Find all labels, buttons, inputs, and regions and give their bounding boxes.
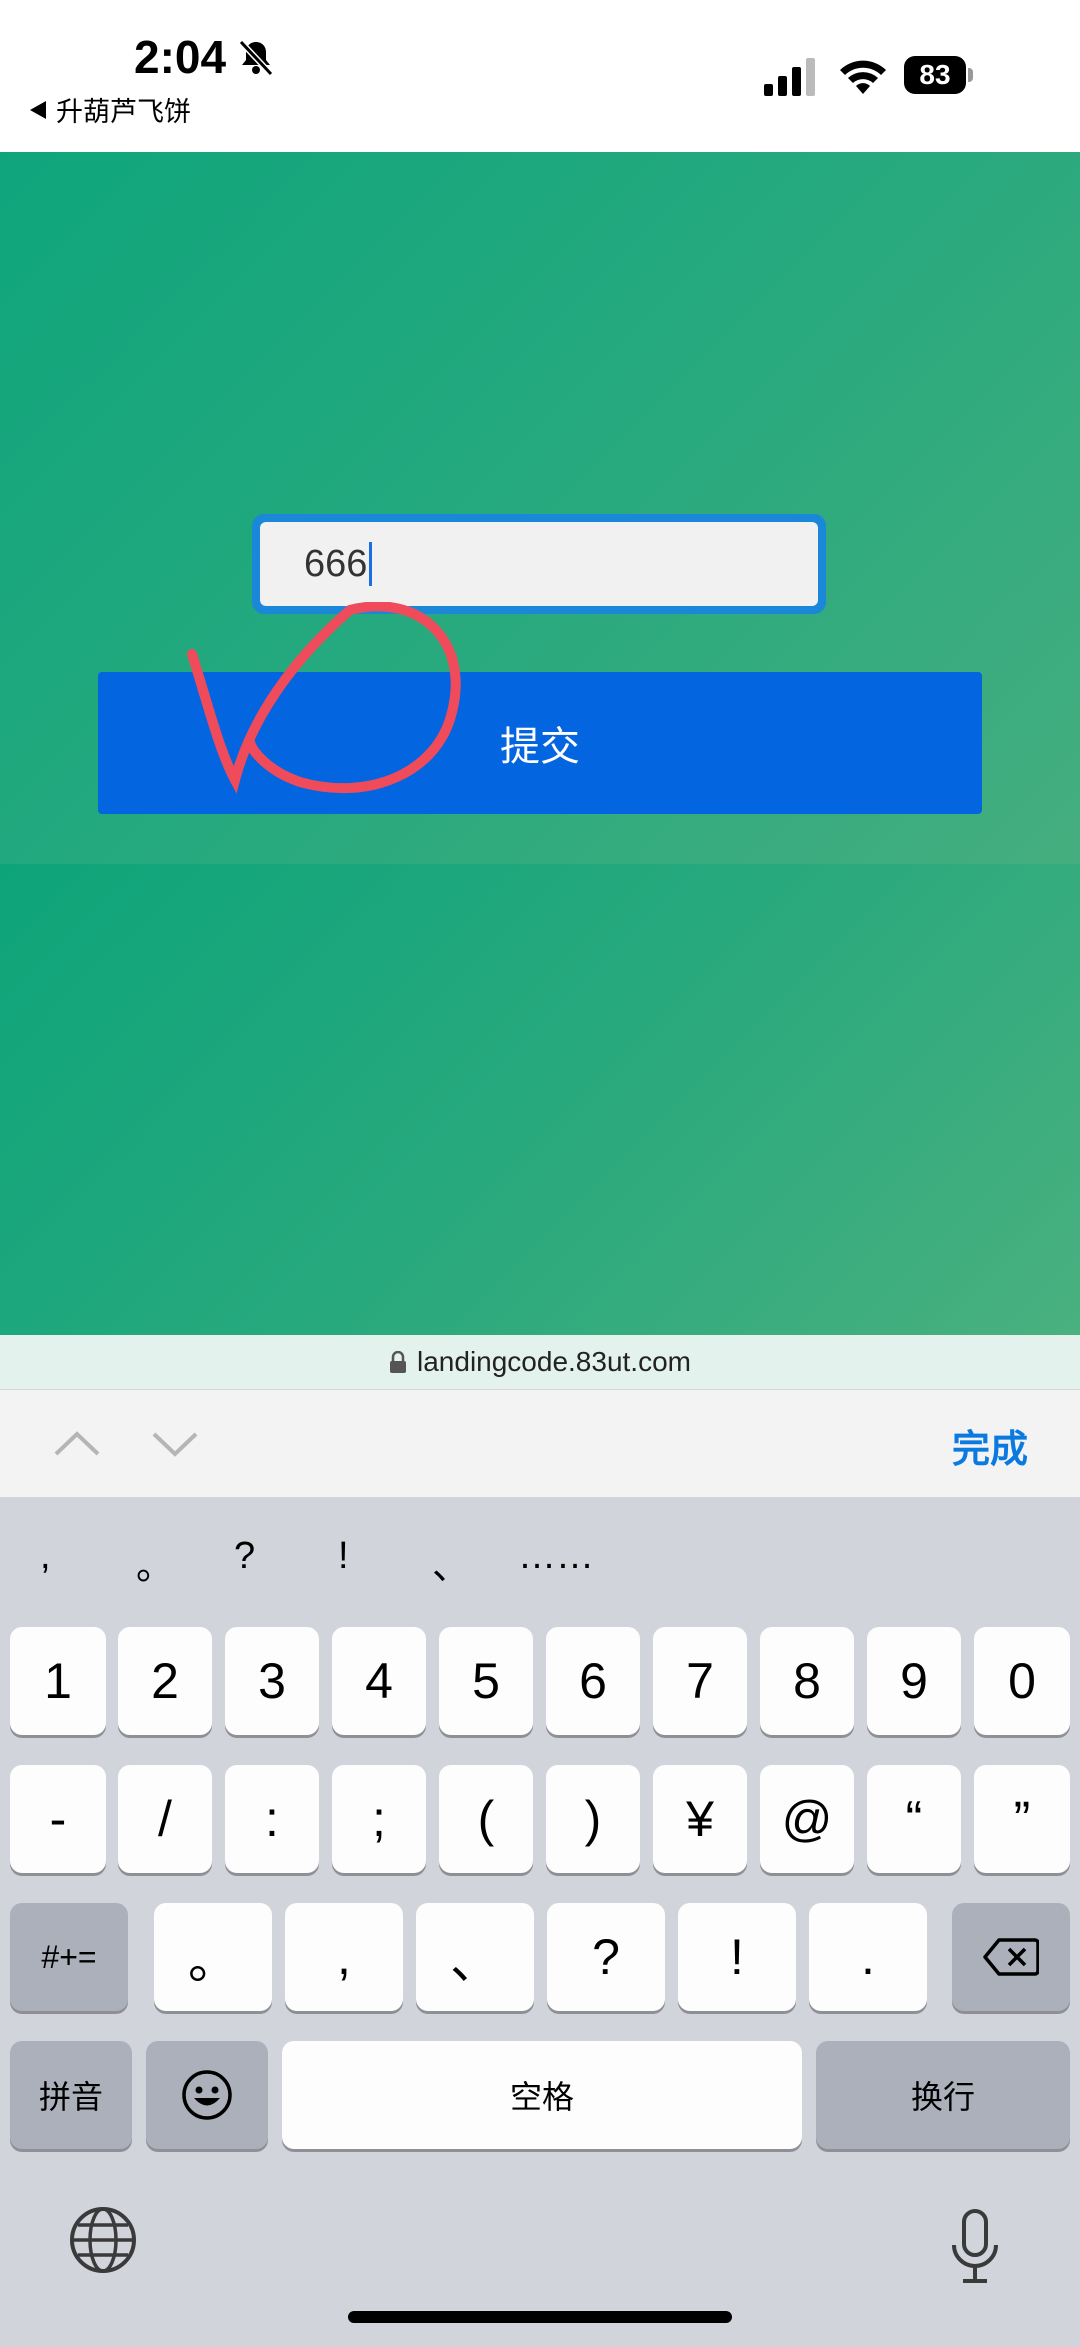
key-cn-question[interactable]: ? xyxy=(547,1903,665,2011)
text-caret xyxy=(369,542,373,586)
keyboard-accessory-bar: 完成 xyxy=(0,1389,1080,1498)
key-0[interactable]: 0 xyxy=(974,1627,1070,1735)
key-3[interactable]: 3 xyxy=(225,1627,319,1735)
battery-indicator: 83 xyxy=(904,56,974,94)
key-more-symbols[interactable]: #+= xyxy=(10,1903,128,2011)
key-right-paren[interactable]: ) xyxy=(546,1765,640,1873)
page-lower-area xyxy=(0,864,1080,1335)
code-input-value: 666 xyxy=(304,542,368,585)
status-bar: 2:04 升葫芦飞饼 83 xyxy=(0,0,1080,152)
candidate-ellipsis[interactable]: …… xyxy=(518,1535,594,1578)
key-left-quote[interactable]: “ xyxy=(867,1765,961,1873)
cellular-signal-icon xyxy=(764,58,815,96)
candidate-bar: , 。 ? ! 、 …… xyxy=(0,1535,1080,1595)
keyboard: , 。 ? ! 、 …… 1 2 3 4 5 6 7 8 9 0 - / : ;… xyxy=(0,1497,1080,2347)
backspace-key[interactable] xyxy=(952,1903,1070,2011)
code-input-focus-ring: 666 xyxy=(252,514,826,614)
emoji-key[interactable] xyxy=(146,2041,268,2149)
chevron-down-icon[interactable] xyxy=(150,1424,200,1464)
key-left-paren[interactable]: ( xyxy=(439,1765,533,1873)
key-7[interactable]: 7 xyxy=(653,1627,747,1735)
back-arrow-icon xyxy=(30,100,46,119)
key-at[interactable]: @ xyxy=(760,1765,854,1873)
code-input[interactable]: 666 xyxy=(260,522,818,606)
key-cn-dunhao[interactable]: 、 xyxy=(416,1903,534,2011)
battery-tip xyxy=(968,68,973,82)
candidate-dunhao[interactable]: 、 xyxy=(432,1535,470,1590)
key-pinyin[interactable]: 拼音 xyxy=(10,2041,132,2149)
key-cn-exclaim[interactable]: ! xyxy=(678,1903,796,2011)
key-4[interactable]: 4 xyxy=(332,1627,426,1735)
key-slash[interactable]: / xyxy=(118,1765,212,1873)
home-indicator[interactable] xyxy=(348,2311,732,2323)
done-button[interactable]: 完成 xyxy=(952,1418,1028,1473)
back-app-label: 升葫芦飞饼 xyxy=(56,97,191,127)
battery-level: 83 xyxy=(904,56,966,94)
globe-icon[interactable] xyxy=(68,2205,138,2275)
key-semicolon[interactable]: ; xyxy=(332,1765,426,1873)
submit-button[interactable]: 提交 xyxy=(98,672,982,814)
key-cn-comma[interactable]: , xyxy=(285,1903,403,2011)
key-5[interactable]: 5 xyxy=(439,1627,533,1735)
url-bar[interactable]: landingcode.83ut.com xyxy=(0,1335,1080,1389)
key-colon[interactable]: : xyxy=(225,1765,319,1873)
back-to-app[interactable]: 升葫芦飞饼 xyxy=(30,90,191,129)
key-cn-period[interactable]: 。 xyxy=(154,1903,272,2011)
candidate-exclaim[interactable]: ! xyxy=(338,1535,349,1578)
key-dot[interactable]: . xyxy=(809,1903,927,2011)
key-right-quote[interactable]: ” xyxy=(974,1765,1070,1873)
lock-icon xyxy=(390,1351,406,1373)
candidate-comma[interactable]: , xyxy=(40,1535,51,1578)
key-9[interactable]: 9 xyxy=(867,1627,961,1735)
return-key[interactable]: 换行 xyxy=(816,2041,1070,2149)
candidate-question[interactable]: ? xyxy=(234,1535,255,1578)
candidate-period[interactable]: 。 xyxy=(136,1535,174,1590)
key-hyphen[interactable]: - xyxy=(10,1765,106,1873)
key-6[interactable]: 6 xyxy=(546,1627,640,1735)
status-time: 2:04 xyxy=(134,31,227,83)
wifi-icon xyxy=(840,60,886,94)
microphone-icon[interactable] xyxy=(950,2209,1000,2285)
key-8[interactable]: 8 xyxy=(760,1627,854,1735)
key-yen[interactable]: ¥ xyxy=(653,1765,747,1873)
key-2[interactable]: 2 xyxy=(118,1627,212,1735)
key-1[interactable]: 1 xyxy=(10,1627,106,1735)
backspace-icon xyxy=(983,1938,1039,1976)
url-domain: landingcode.83ut.com xyxy=(417,1346,691,1377)
emoji-icon xyxy=(182,2070,232,2120)
space-key[interactable]: 空格 xyxy=(282,2041,802,2149)
bell-muted-icon xyxy=(238,39,274,77)
web-page: 666 提交 xyxy=(0,152,1080,1335)
chevron-up-icon[interactable] xyxy=(52,1424,102,1464)
